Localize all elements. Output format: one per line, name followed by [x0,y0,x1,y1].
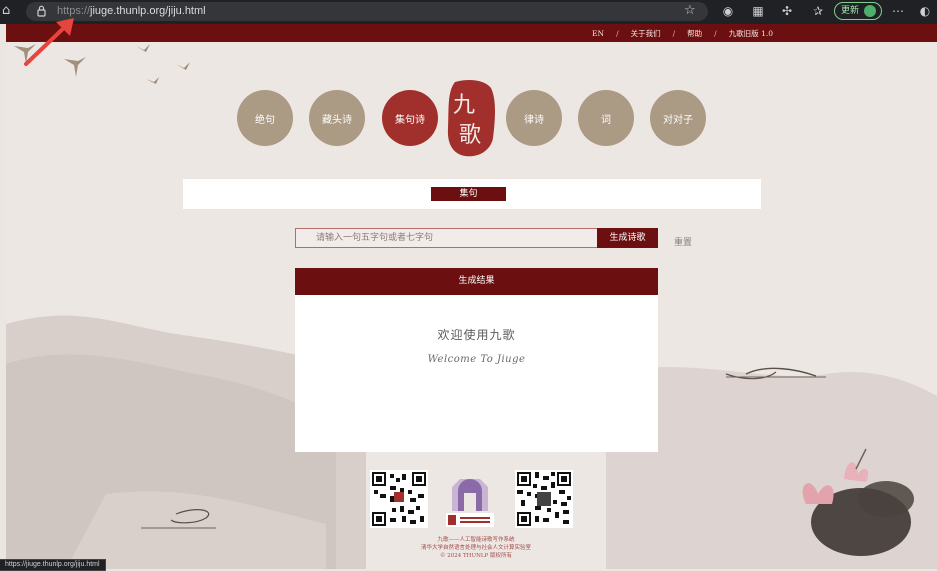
result-panel: 欢迎使用九歌 Welcome To Jiuge [295,295,658,452]
qr-code-left [370,470,428,528]
seal-char-ge: 歌 [459,123,481,148]
nav-lvshi[interactable]: 律诗 [506,90,562,146]
footer-copyright: © 2024 THUNLP 版权所有 [439,553,512,559]
nav-separator: / [616,28,619,38]
update-button[interactable]: 更新 [834,2,882,20]
favorites-icon[interactable]: ✰ [811,4,825,18]
copilot-icon[interactable]: ◐ [918,4,932,18]
update-status-icon [864,5,876,17]
top-navigation-bar: EN / 关于我们 / 帮助 / 九歌旧版 1.0 [6,24,937,42]
footer-line-2: 清华大学自然语言处理与社会人文计算实验室 [420,545,531,551]
nlp-lab-logo [446,479,494,527]
nav-separator: / [672,28,676,38]
top-nav-help[interactable]: 帮助 [687,28,702,39]
nav-jiju[interactable]: 集句诗 [382,90,438,146]
nav-jueju[interactable]: 绝句 [237,90,293,146]
generate-poem-button[interactable]: 生成诗歌 [597,228,658,248]
section-title-bar: 集句 [183,179,761,209]
extensions-puzzle-icon[interactable]: ✣ [780,4,794,18]
poem-input-container [295,228,598,248]
address-bar[interactable]: https://jiuge.thunlp.org/jiju.html ☆ [26,2,708,21]
annotation-arrow [24,18,74,66]
extension-qr-icon[interactable]: ▦ [751,4,765,18]
home-icon[interactable]: ⌂ [2,3,16,19]
nav-separator: / [714,28,717,38]
top-nav-en[interactable]: EN [592,29,604,38]
nav-duiduizi[interactable]: 对对子 [650,90,706,146]
section-title: 集句 [431,187,506,201]
welcome-text-zh: 欢迎使用九歌 [437,328,516,342]
top-nav-links: EN / 关于我们 / 帮助 / 九歌旧版 1.0 [586,24,779,42]
more-menu-icon[interactable]: ⋯ [891,4,905,18]
seal-char-jiu: 九 [453,93,475,118]
link-status-tooltip: https://jiuge.thunlp.org/jiju.html [0,559,106,571]
browser-toolbar: ⌂ https://jiuge.thunlp.org/jiju.html ☆ ◉… [0,0,937,24]
welcome-text-en: Welcome To Jiuge [427,354,526,365]
reset-button[interactable]: 重置 [674,235,692,248]
result-header: 生成结果 [295,268,658,295]
profile-avatar-icon[interactable]: ◉ [721,4,735,18]
nav-cangtou[interactable]: 藏头诗 [309,90,365,146]
page-content: EN / 关于我们 / 帮助 / 九歌旧版 1.0 绝句 藏头诗 集句诗 律诗 … [6,24,937,569]
star-icon[interactable]: ☆ [684,3,696,18]
top-nav-old-version[interactable]: 九歌旧版 1.0 [729,28,773,39]
poem-line-input[interactable] [296,229,597,247]
qr-code-right [515,470,573,528]
jiuge-seal-logo[interactable]: 九 歌 [445,78,497,160]
footer-line-1: 九歌——人工智能诗歌写作系统 [437,537,515,543]
nav-ci[interactable]: 词 [578,90,634,146]
top-nav-about[interactable]: 关于我们 [631,28,661,39]
